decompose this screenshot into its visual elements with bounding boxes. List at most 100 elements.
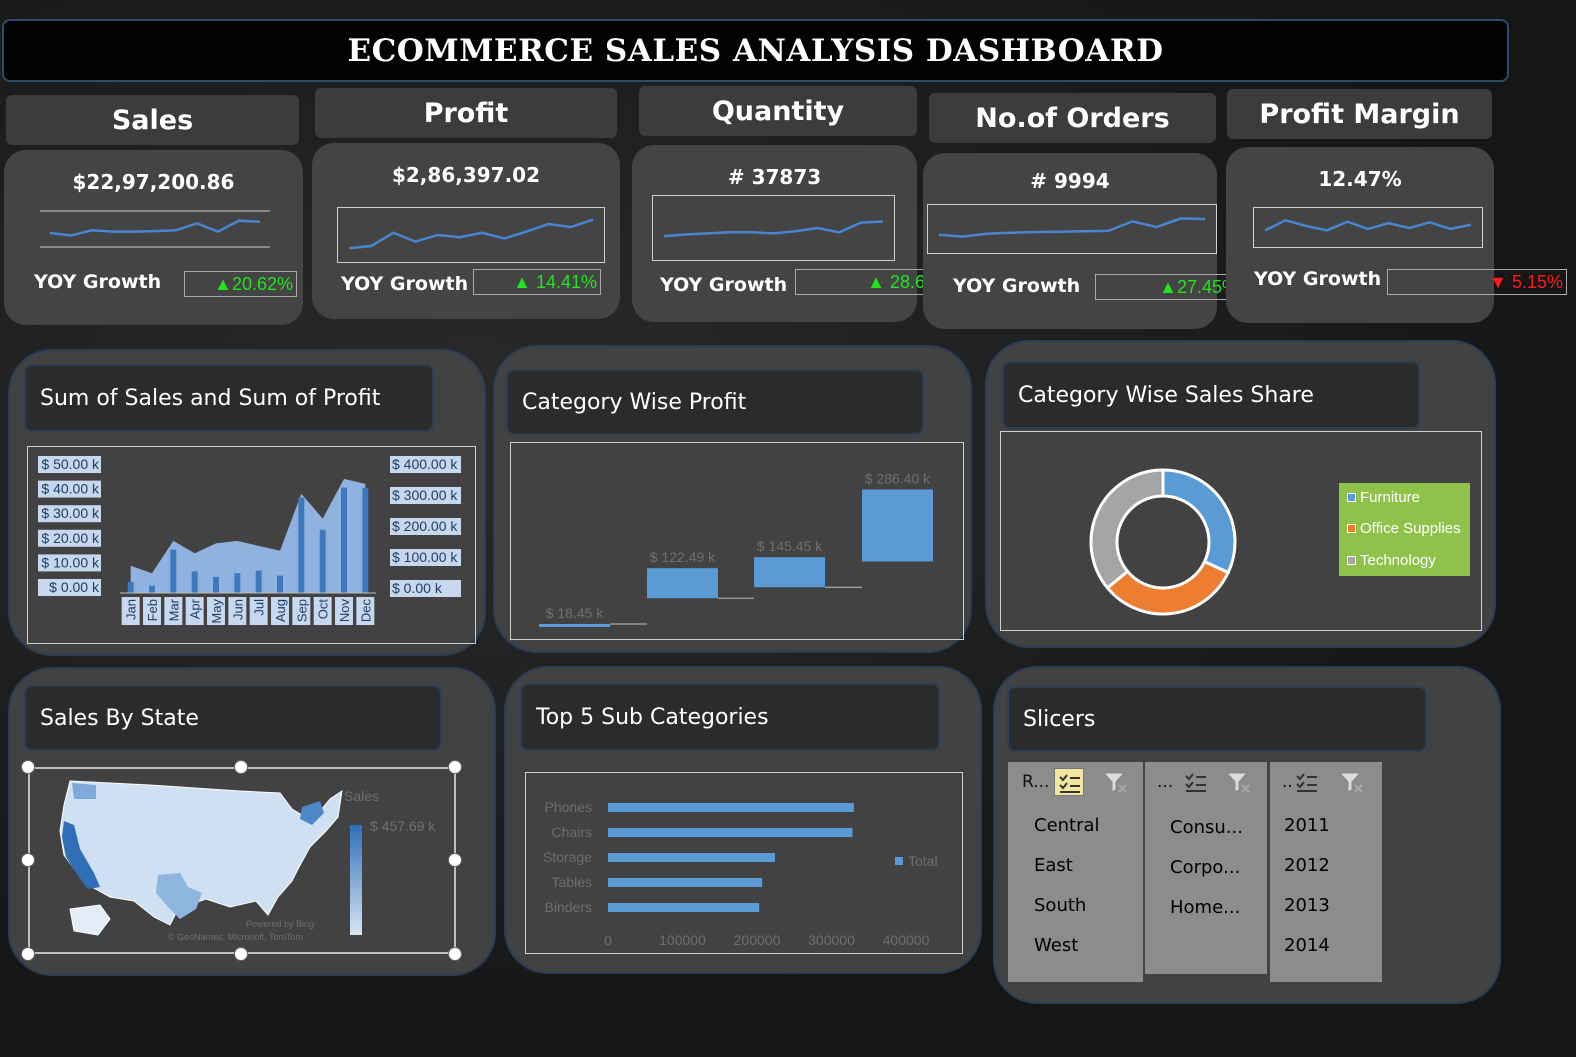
kpi-value: $22,97,200.86 <box>72 170 235 194</box>
kpi-value: # 9994 <box>1030 169 1110 193</box>
yoy-value: ▲27.45% <box>1095 274 1242 300</box>
y-left-tick-label: $ 20.00 k <box>41 530 100 546</box>
sparkline-line <box>348 218 594 250</box>
kpi-card-orders: # 9994 YOY Growth ▲27.45% <box>923 153 1242 329</box>
slicer-item[interactable]: South <box>1034 895 1086 916</box>
sparkline-frame <box>652 195 895 261</box>
resize-handle[interactable] <box>234 760 248 774</box>
panel-title: Sales By State <box>24 685 442 751</box>
bar-storage <box>608 853 775 862</box>
slicer-item[interactable]: 2014 <box>1284 935 1330 956</box>
kpi-value: 12.47% <box>1318 167 1402 191</box>
yoy-label: YOY Growth <box>34 271 162 293</box>
y-left-tick-label: $ 30.00 k <box>41 505 100 521</box>
category-profit-chart-box[interactable]: $ 18.45 k $ 122.49 k $ 145.45 k $ 286.40 k <box>510 442 964 640</box>
slicer-year[interactable]: .. 2011 2012 2013 2014 <box>1270 762 1382 982</box>
y-left-tick-label: $ 40.00 k <box>41 481 100 497</box>
sparkline <box>40 210 270 248</box>
legend-item-furniture: Furniture <box>1347 489 1420 506</box>
slicer-item[interactable]: Home... <box>1170 897 1240 918</box>
slicer-item[interactable]: East <box>1034 855 1073 876</box>
profit-bar-Jun <box>234 573 241 593</box>
category-profit-chart: $ 18.45 k $ 122.49 k $ 145.45 k $ 286.40 k <box>539 471 933 627</box>
legend-label: Technology <box>1360 552 1436 569</box>
clear-filter-icon[interactable] <box>1102 770 1128 799</box>
map-chart-box[interactable]: Sales $ 457.69 k Powered by Bing © GeoNa… <box>28 767 456 954</box>
bar-chairs <box>608 828 853 837</box>
sparkline <box>927 204 1217 254</box>
slicer-item[interactable]: 2011 <box>1284 815 1330 836</box>
yoy-value: ▼ 5.15% <box>1387 269 1567 295</box>
resize-handle[interactable] <box>21 760 35 774</box>
resize-handle[interactable] <box>448 853 462 867</box>
x-tick-label: Nov <box>337 599 352 623</box>
slicer-item[interactable]: Central <box>1034 815 1100 836</box>
category-share-chart-box[interactable]: Furniture Office Supplies Technology <box>1000 431 1482 631</box>
x-tick-label: Sep <box>294 599 309 622</box>
data-label: $ 122.49 k <box>650 549 716 565</box>
y-right-tick-label: $ 100.00 k <box>392 549 458 565</box>
resize-handle[interactable] <box>234 947 248 961</box>
x-tick-label: 200000 <box>734 932 781 948</box>
bar-phones <box>608 803 854 812</box>
y-right-tick-label: $ 0.00 k <box>392 580 443 596</box>
slicer-segment[interactable]: ... Consu... Corpo... Home... <box>1145 762 1267 974</box>
bar-tables <box>608 878 763 887</box>
slicer-region[interactable]: R... Central East South West <box>1008 762 1143 982</box>
profit-bar-Nov <box>341 487 347 593</box>
slicer-item[interactable]: 2013 <box>1284 895 1330 916</box>
profit-bar-Aug <box>277 575 283 593</box>
series-area-sales <box>130 478 366 593</box>
legend-swatch <box>1347 493 1356 502</box>
data-label: $ 286.40 k <box>865 471 931 487</box>
x-tick-label: Dec <box>358 599 373 623</box>
x-tick-label: 400000 <box>883 932 930 948</box>
y-right-tick-label: $ 200.00 k <box>392 518 458 534</box>
slicer-item[interactable]: 2012 <box>1284 855 1330 876</box>
profit-bar-Jan <box>127 581 134 593</box>
kpi-header-sales: Sales <box>6 95 299 145</box>
sales-profit-chart-box[interactable]: $ 50.00 k $ 40.00 k $ 30.00 k $ 20.00 k $ 10… <box>27 446 476 644</box>
bar-binders <box>608 903 760 912</box>
clear-filter-icon[interactable] <box>1225 770 1251 799</box>
profit-bar-2 <box>754 557 825 588</box>
x-tick-label: Mar <box>166 598 181 621</box>
legend-swatch <box>1347 524 1356 533</box>
us-map: Sales $ 457.69 k Powered by Bing © GeoNa… <box>59 780 436 942</box>
y-tick-label: Storage <box>543 849 592 865</box>
legend-label: Total <box>908 853 938 869</box>
top5-chart-box[interactable]: Phones Chairs Storage Tables Binders 0 100000 2… <box>525 772 963 954</box>
sparkline-line <box>1264 218 1472 232</box>
resize-handle[interactable] <box>21 853 35 867</box>
slicer-item[interactable]: Consu... <box>1170 817 1243 838</box>
profit-bar-0 <box>539 624 610 627</box>
kpi-card-sales: $22,97,200.86 YOY Growth ▲20.62% <box>4 150 303 325</box>
slicer-item[interactable]: Corpo... <box>1170 857 1240 878</box>
panel-category-share: Category Wise Sales Share Furniture Offi… <box>985 340 1496 648</box>
map-mainland <box>59 780 343 926</box>
kpi-header-quantity: Quantity <box>639 86 917 136</box>
kpi-card-quantity: # 37873 YOY Growth ▲ 28.64% <box>632 145 955 322</box>
kpi-header-orders: No.of Orders <box>929 93 1216 143</box>
yoy-label: YOY Growth <box>1254 268 1382 290</box>
panel-title: Slicers <box>1007 686 1427 752</box>
slicer-header: ... <box>1157 772 1174 792</box>
slicer-item[interactable]: West <box>1034 935 1078 956</box>
sparkline <box>652 195 895 261</box>
resize-handle[interactable] <box>448 947 462 961</box>
multi-select-icon[interactable] <box>1054 768 1084 796</box>
x-tick-label: Jul <box>252 599 267 616</box>
kpi-card-profit-margin: 12.47% YOY Growth ▼ 5.15% <box>1226 147 1567 323</box>
clear-filter-icon[interactable] <box>1338 770 1364 799</box>
multi-select-icon[interactable] <box>1181 768 1211 801</box>
sparkline <box>1253 207 1483 248</box>
kpi-value: # 37873 <box>727 165 822 189</box>
y-left-tick-label: $ 0.00 k <box>49 579 100 595</box>
panel-title: Category Wise Sales Share <box>1002 361 1420 429</box>
y-right-tick-label: $ 400.00 k <box>392 456 458 472</box>
legend-swatch <box>1347 556 1356 565</box>
resize-handle[interactable] <box>448 760 462 774</box>
panel-category-profit: Category Wise Profit $ 18.45 k $ 122.49 k… <box>493 345 972 653</box>
multi-select-icon[interactable] <box>1292 768 1322 801</box>
resize-handle[interactable] <box>21 947 35 961</box>
